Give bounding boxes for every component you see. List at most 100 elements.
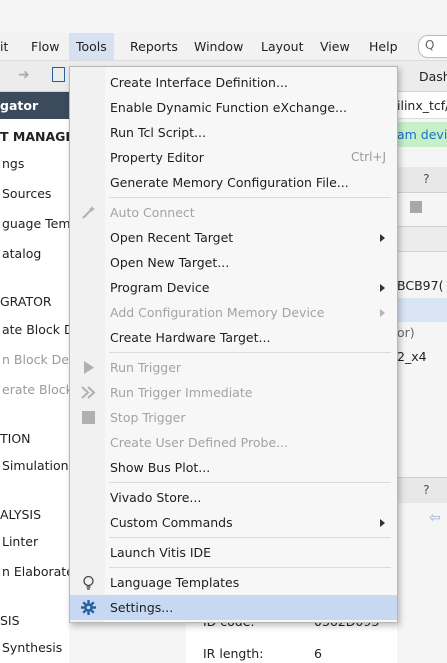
- properties-header: ?: [397, 477, 447, 503]
- menu-item-label: Open Recent Target: [110, 230, 234, 245]
- menu-item-label: Add Configuration Memory Device: [110, 305, 325, 320]
- device-name-text: 2_x4: [397, 349, 427, 364]
- device-id-text: BCB97(: [397, 278, 444, 293]
- menu-item-label: Run Tcl Script...: [110, 125, 206, 140]
- menu-edit[interactable]: it: [0, 39, 8, 54]
- menu-item-label: Property Editor: [110, 150, 204, 165]
- report-icon[interactable]: [52, 67, 65, 82]
- stop-icon[interactable]: [410, 201, 422, 213]
- menu-item-generate-memory-configuration-file[interactable]: Generate Memory Configuration File...: [70, 170, 397, 195]
- program-device-banner[interactable]: am device: [397, 122, 447, 147]
- nav-section-simulation: TION: [0, 431, 31, 446]
- menu-window[interactable]: Window: [194, 39, 243, 54]
- menu-bar: it Flow Tools Reports Window Layout View…: [0, 33, 447, 61]
- menu-item-create-hardware-target[interactable]: Create Hardware Target...: [70, 325, 397, 350]
- lightbulb-icon: [80, 574, 97, 591]
- menu-item-add-configuration-memory-device[interactable]: Add Configuration Memory Device: [70, 300, 397, 325]
- menu-item-label: Run Trigger Immediate: [110, 385, 253, 400]
- menu-item-stop-trigger[interactable]: Stop Trigger: [70, 405, 397, 430]
- menu-item-label: Vivado Store...: [110, 490, 202, 505]
- menu-view[interactable]: View: [320, 39, 350, 54]
- help-icon[interactable]: ?: [423, 171, 430, 186]
- menu-item-label: Auto Connect: [110, 205, 195, 220]
- menu-item-run-trigger[interactable]: Run Trigger: [70, 355, 397, 380]
- menu-item-program-device[interactable]: Program Device: [70, 275, 397, 300]
- properties-help-icon[interactable]: ?: [423, 482, 430, 497]
- menu-flow[interactable]: Flow: [31, 39, 60, 54]
- menu-item-label: Create Hardware Target...: [110, 330, 271, 345]
- menu-help[interactable]: Help: [369, 39, 398, 54]
- ir-length-label: IR length:: [203, 646, 264, 661]
- menu-item-label: Settings...: [110, 600, 174, 615]
- menu-layout[interactable]: Layout: [261, 39, 304, 54]
- menu-item-label: Create User Defined Probe...: [110, 435, 289, 450]
- menu-item-label: Language Templates: [110, 575, 240, 590]
- play-icon: [80, 359, 97, 376]
- nav-item-open-block-design[interactable]: n Block Desi: [2, 352, 79, 367]
- back-arrow-icon[interactable]: ⇦: [429, 510, 441, 526]
- submenu-arrow-icon: [380, 234, 385, 242]
- menu-separator: [109, 537, 391, 538]
- nav-item-run-synthesis[interactable]: Synthesis: [2, 640, 62, 655]
- shortcut-label: Ctrl+J: [351, 150, 386, 164]
- menu-item-label: Launch Vitis IDE: [110, 545, 212, 560]
- redo-icon[interactable]: ➜: [18, 67, 30, 83]
- path-bar: ilinx_tcf/D: [397, 92, 447, 119]
- menu-item-label: Create Interface Definition...: [110, 75, 288, 90]
- fast-forward-icon: [80, 384, 97, 401]
- menu-item-create-interface-definition[interactable]: Create Interface Definition...: [70, 70, 397, 95]
- menu-item-settings[interactable]: Settings...: [70, 595, 397, 620]
- menu-tools[interactable]: Tools: [69, 33, 114, 60]
- quick-access-search[interactable]: Q: [418, 35, 447, 58]
- device-status-text: or): [397, 325, 415, 340]
- menu-item-custom-commands[interactable]: Custom Commands: [70, 510, 397, 535]
- menu-item-launch-vitis-ide[interactable]: Launch Vitis IDE: [70, 540, 397, 565]
- flow-navigator: gator T MANAGER ngs Sources guage Templ …: [0, 92, 88, 663]
- menu-reports[interactable]: Reports: [130, 39, 178, 54]
- hardware-toolbar: [397, 196, 447, 220]
- dashboard-button[interactable]: Dash: [419, 69, 447, 84]
- nav-section-rtl-analysis: ALYSIS: [0, 507, 42, 522]
- nav-section-synthesis: SIS: [0, 613, 20, 628]
- menu-item-label: Generate Memory Configuration File...: [110, 175, 349, 190]
- menu-item-label: Open New Target...: [110, 255, 230, 270]
- nav-item-add-sources[interactable]: Sources: [2, 186, 51, 201]
- nav-item-ip-catalog[interactable]: atalog: [2, 246, 41, 261]
- menu-item-open-recent-target[interactable]: Open Recent Target: [70, 225, 397, 250]
- hardware-manager-pane: ilinx_tcf/D am device ? BCB97( or) 2_x4 …: [397, 92, 447, 663]
- menu-item-enable-dynamic-function-exchange[interactable]: Enable Dynamic Function eXchange...: [70, 95, 397, 120]
- ir-length-value: 6: [314, 646, 322, 661]
- tools-menu: Create Interface Definition... Enable Dyn…: [69, 66, 398, 623]
- stop-icon: [80, 409, 97, 426]
- menu-item-label: Enable Dynamic Function eXchange...: [110, 100, 347, 115]
- menu-item-auto-connect[interactable]: Auto Connect: [70, 200, 397, 225]
- hardware-tree-header: [397, 226, 447, 252]
- menu-item-label: Run Trigger: [110, 360, 182, 375]
- target-path: ilinx_tcf/D: [397, 98, 447, 113]
- wand-icon: [80, 204, 97, 221]
- nav-item-run-simulation[interactable]: Simulation: [2, 458, 69, 473]
- nav-section-ip-integrator: GRATOR: [0, 294, 52, 309]
- menu-item-label: Custom Commands: [110, 515, 233, 530]
- submenu-arrow-icon: [380, 284, 385, 292]
- menu-item-run-tcl-script[interactable]: Run Tcl Script...: [70, 120, 397, 145]
- hardware-panel-header: ?: [397, 167, 447, 193]
- menu-item-create-user-defined-probe[interactable]: Create User Defined Probe...: [70, 430, 397, 455]
- menu-item-label: Program Device: [110, 280, 210, 295]
- navigator-header: gator: [0, 92, 69, 119]
- submenu-arrow-icon: [380, 309, 385, 317]
- selected-device-row[interactable]: [397, 298, 447, 322]
- nav-item-settings[interactable]: ngs: [2, 156, 24, 171]
- menu-item-vivado-store[interactable]: Vivado Store...: [70, 485, 397, 510]
- search-icon: Q: [425, 38, 435, 52]
- menu-item-open-new-target[interactable]: Open New Target...: [70, 250, 397, 275]
- menu-item-label: Stop Trigger: [110, 410, 186, 425]
- menu-separator: [109, 352, 391, 353]
- menu-item-label: Show Bus Plot...: [110, 460, 211, 475]
- menu-item-property-editor[interactable]: Property Editor Ctrl+J: [70, 145, 397, 170]
- menu-item-language-templates[interactable]: Language Templates: [70, 570, 397, 595]
- menu-item-run-trigger-immediate[interactable]: Run Trigger Immediate: [70, 380, 397, 405]
- menu-separator: [109, 482, 391, 483]
- nav-item-run-linter[interactable]: Linter: [2, 534, 38, 549]
- menu-item-show-bus-plot[interactable]: Show Bus Plot...: [70, 455, 397, 480]
